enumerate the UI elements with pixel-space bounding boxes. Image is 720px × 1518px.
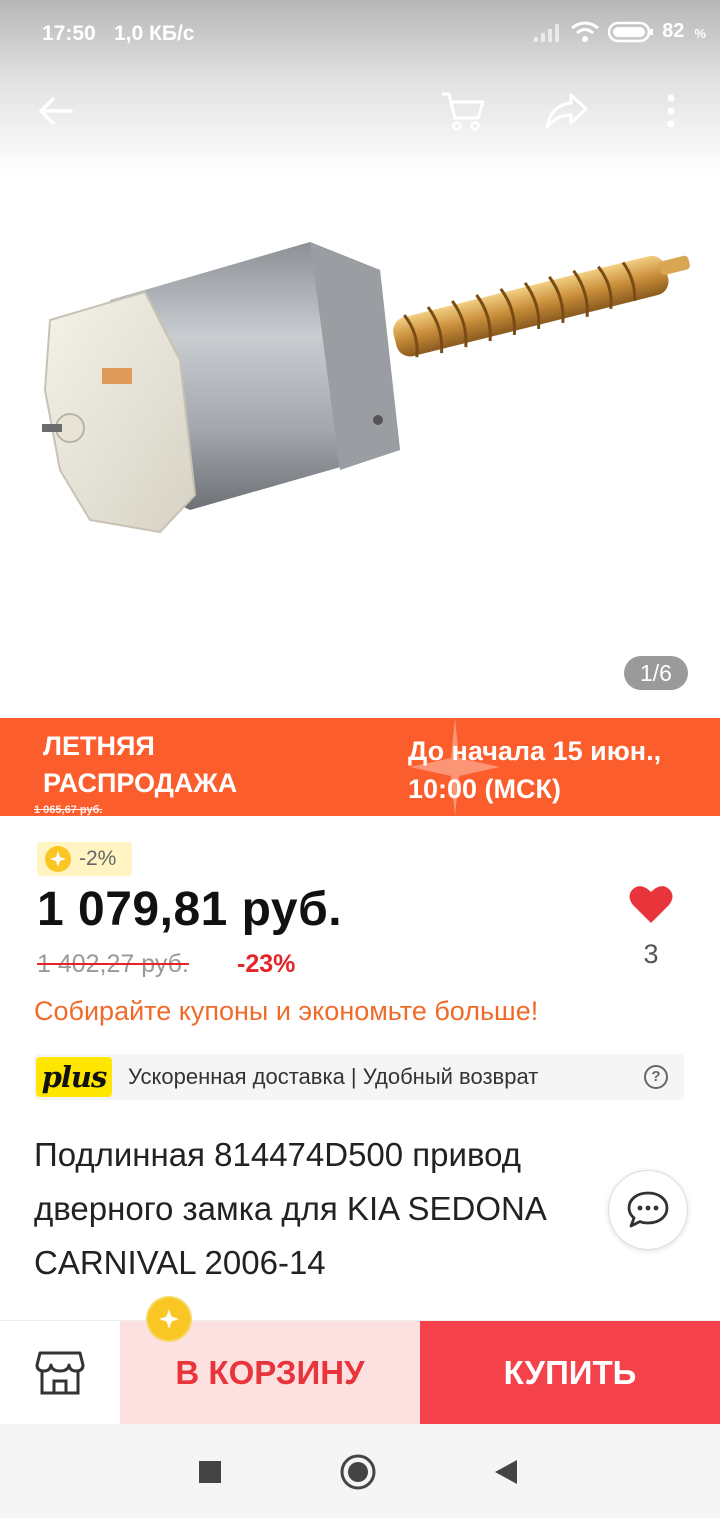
recents-button[interactable] — [190, 1452, 230, 1492]
cart-icon — [442, 92, 485, 131]
chat-bubble-icon — [627, 1191, 669, 1228]
plus-delivery-strip[interactable]: plus Ускоренная доставка | Удобный возвр… — [34, 1054, 684, 1100]
status-bar: 17:50 1,0 КБ/с 82 % — [0, 0, 720, 70]
battery-unit: % — [694, 26, 706, 41]
battery-level: 82 — [662, 20, 685, 42]
system-back-button[interactable] — [486, 1452, 526, 1492]
sale-countdown: До начала 15 июн., 10:00 (МСК) — [408, 736, 662, 804]
status-icons: 82 % — [532, 20, 706, 43]
buy-now-button[interactable]: КУПИТЬ — [420, 1321, 720, 1425]
store-button[interactable] — [0, 1321, 120, 1425]
share-icon — [545, 93, 588, 129]
product-gallery[interactable]: 17:50 1,0 КБ/с 82 % 1/6 — [0, 0, 720, 718]
plus-logo: plus — [36, 1057, 112, 1097]
coin-discount-text: -2% — [79, 847, 117, 870]
more-vertical-icon — [667, 94, 675, 128]
home-button[interactable] — [338, 1452, 378, 1492]
help-icon[interactable]: ? — [644, 1065, 668, 1089]
coupon-link[interactable]: Собирайте купоны и экономьте больше! — [34, 996, 538, 1027]
heart-icon — [629, 886, 673, 923]
share-button[interactable] — [543, 88, 589, 134]
sale-title: ЛЕТНЯЯ РАСПРОДАЖА — [43, 731, 238, 798]
wishlist-button[interactable]: 3 — [626, 884, 676, 974]
discount-percent: -23% — [237, 950, 296, 978]
system-navigation-bar — [0, 1424, 720, 1518]
circle-icon — [340, 1454, 376, 1490]
coin-icon — [148, 1298, 190, 1340]
square-icon — [199, 1461, 221, 1483]
gallery-counter: 1/6 — [624, 656, 688, 690]
battery-icon — [608, 21, 654, 42]
back-button[interactable] — [32, 88, 78, 134]
cart-button[interactable] — [440, 88, 486, 134]
triangle-back-icon — [495, 1460, 517, 1484]
purchase-bar: В КОРЗИНУ КУПИТЬ — [0, 1320, 720, 1425]
more-button[interactable] — [648, 88, 694, 134]
wishlist-count: 3 — [643, 939, 659, 969]
status-network-speed: 1,0 КБ/с — [114, 22, 195, 45]
coin-discount-badge[interactable]: -2% — [37, 842, 133, 876]
plus-benefits-text: Ускоренная доставка | Удобный возврат — [128, 1064, 539, 1089]
product-title: Подлинная 814474D500 привод дверного зам… — [34, 1136, 546, 1281]
wifi-icon — [571, 21, 600, 42]
signal-icon — [534, 23, 560, 42]
coin-icon — [45, 846, 71, 872]
arrow-left-icon — [39, 97, 73, 125]
old-price: 1 402,27 руб. — [37, 950, 189, 978]
chat-button[interactable] — [608, 1170, 688, 1250]
product-image[interactable] — [40, 240, 700, 550]
current-price: 1 079,81 руб. — [37, 883, 343, 936]
store-icon — [35, 1351, 85, 1395]
sale-banner[interactable]: ЛЕТНЯЯ РАСПРОДАЖА 1 065,67 руб. До начал… — [0, 718, 720, 816]
sale-price-hint: 1 065,67 руб. — [34, 804, 103, 816]
status-time: 17:50 — [42, 22, 96, 45]
